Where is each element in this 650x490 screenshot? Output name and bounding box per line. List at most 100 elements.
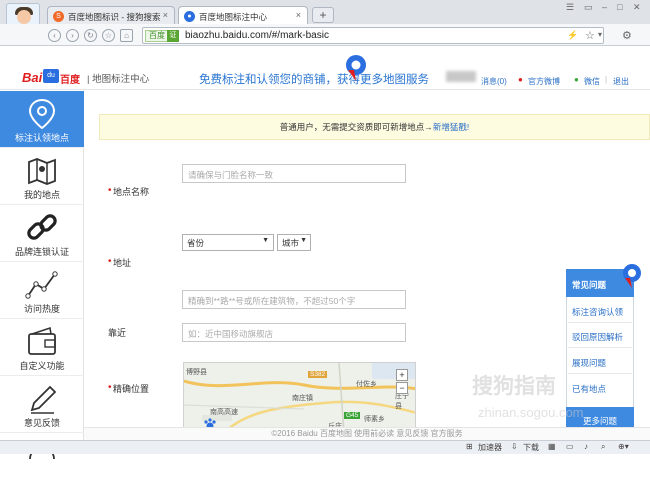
tab-title: 百度地图标识 - 搜狗搜索 (68, 12, 161, 22)
sidebar-item-feedback[interactable]: 意见反馈 (0, 376, 84, 433)
street-input[interactable]: 精确到**路**号或所在建筑物，不超过50个字 (182, 290, 406, 309)
baidu-paw-icon: du (43, 69, 59, 83)
wechat-link[interactable]: 微信 (584, 76, 600, 87)
name-label: 地点名称 (113, 187, 150, 197)
tools-icon[interactable]: ⚙ (622, 29, 632, 42)
faq-item[interactable]: 已有地点 (572, 383, 606, 395)
sidebar-item-label: 自定义功能 (19, 361, 65, 371)
watermark-url: zhinan.sogou.com (478, 405, 584, 420)
province-value: 省份 (187, 238, 205, 248)
logout-link[interactable]: 退出 (613, 76, 629, 87)
accelerator-label[interactable]: 加速器 (478, 442, 502, 453)
address-bar[interactable]: 百度 证 biaozhu.baidu.com/#/mark-basic (142, 27, 604, 44)
location-label: 精确位置 (113, 384, 150, 394)
layout-icon[interactable]: ▦ (548, 442, 556, 451)
required-star: • (108, 382, 112, 393)
map-label: 师素乡 (364, 416, 385, 423)
name-input[interactable]: 请确保与门脸名称一致 (182, 164, 406, 183)
close-tab-icon[interactable]: × (296, 10, 301, 20)
sidebar-item-mark-location[interactable]: 标注认领地点 (0, 91, 84, 148)
weibo-icon: ● (518, 75, 523, 84)
accelerator-icon[interactable]: ⊞ (466, 442, 473, 451)
map-label: 南庄镇 (292, 395, 313, 402)
map-label: 博野县 (186, 369, 207, 376)
faq-item[interactable]: 展现问题 (572, 357, 606, 369)
sidebar-item-visit-heat[interactable]: 访问热度 (0, 262, 84, 319)
sidebar-item-brand-chain[interactable]: 品牌连锁认证 (0, 205, 84, 262)
faq-item[interactable]: 标注咨询认领 (572, 306, 623, 318)
province-select[interactable]: 省份 ▼ (182, 234, 274, 251)
maximize-window-icon[interactable]: □ (617, 2, 622, 12)
sidebar-item-my-places[interactable]: 我的地点 (0, 148, 84, 205)
chain-link-icon (27, 214, 57, 240)
sogou-icon: S (53, 11, 64, 22)
minimize-window-icon[interactable]: – (602, 2, 607, 12)
chevron-down-icon: ▼ (262, 237, 269, 244)
browser-tab-active[interactable]: ● 百度地图标注中心 × (178, 6, 308, 25)
browser-tab-search[interactable]: S 百度地图标识 - 搜狗搜索 × (47, 6, 175, 25)
download-label[interactable]: 下载 (523, 442, 539, 453)
sidebar-item-label: 意见反馈 (23, 418, 60, 428)
download-icon[interactable]: ⇩ (511, 442, 518, 451)
map-pin-icon (623, 264, 641, 288)
map-zoom-in-button[interactable]: + (396, 369, 408, 381)
sidebar-item-custom[interactable]: 自定义功能 (0, 319, 84, 376)
notice-text: 普通用户，无需提交资质即可新增地点→ (279, 122, 433, 132)
map-road-label: S382 (308, 371, 328, 378)
map-pin-logo-icon (346, 55, 366, 81)
bookmark-star-icon[interactable]: ☆ (585, 29, 595, 42)
sound-icon[interactable]: ♪ (584, 442, 588, 451)
watermark: 搜狗指南 (472, 375, 556, 398)
sidebar-item-label: 品牌连锁认证 (14, 247, 69, 257)
faq-item[interactable]: 驳回原因解析 (572, 331, 623, 343)
baidu-map-pin-icon: ● (184, 11, 195, 22)
dropdown-icon[interactable]: ▾ (598, 30, 602, 39)
page-footer: ©2016 Baidu 百度地图 使用前必读 意见反馈 官方服务 (84, 427, 650, 440)
add-location-link[interactable]: 新增猛戳! (433, 122, 469, 132)
forward-icon[interactable]: › (66, 29, 79, 42)
required-star: • (108, 256, 112, 267)
city-value: 城市 (282, 238, 300, 248)
secure-badge: 证 (167, 30, 179, 42)
zoom-icon[interactable]: ⌕ (601, 442, 605, 452)
wechat-icon: ● (574, 75, 579, 84)
map-label: 庄宁县 (395, 393, 409, 410)
location-pin-icon (28, 98, 56, 130)
messages-link[interactable]: 消息(0) (481, 76, 507, 87)
site-title: | 地图标注中心 (87, 74, 150, 85)
required-star: • (108, 185, 112, 196)
map-label: 南高高速 (210, 409, 238, 416)
minimize-icon[interactable]: ▭ (584, 2, 593, 13)
username-redacted (446, 71, 476, 82)
close-window-icon[interactable]: ✕ (633, 2, 641, 13)
lightning-icon[interactable]: ⚡ (567, 30, 578, 41)
zoom-menu-icon[interactable]: ⊕▾ (618, 442, 629, 451)
sidebar: 标注认领地点 我的地点 品牌连锁认证 访问热度 自定义功能 意见反馈 (0, 91, 84, 459)
city-select[interactable]: 城市 ▼ (277, 234, 311, 251)
nearby-input[interactable]: 如：近中国移动旗舰店 (182, 323, 406, 342)
nearby-label: 靠近 (108, 328, 127, 338)
baidu-logo-text[interactable]: Bai (22, 70, 42, 85)
map-label: 付佐乡 (356, 381, 377, 388)
site-badge: 百度 (145, 30, 169, 42)
new-tab-button[interactable]: + (312, 7, 334, 23)
notice-bar: 普通用户，无需提交资质即可新增地点→新增猛戳! (99, 114, 650, 140)
location-map[interactable]: 博野县 S382 付佐乡 南庄镇 G45 师素乡 庄宁县 南高高速 丘庄 + − (183, 362, 416, 432)
chevron-down-icon: ▼ (300, 237, 307, 244)
trend-line-icon (25, 271, 58, 299)
weibo-link[interactable]: 官方微博 (528, 76, 560, 87)
address-label: 地址 (113, 258, 132, 268)
map-zoom-out-button[interactable]: − (396, 382, 408, 394)
pen-icon (30, 385, 57, 414)
back-icon[interactable]: ‹ (48, 29, 61, 42)
display-icon[interactable]: ▭ (566, 442, 574, 451)
url-text: biaozhu.baidu.com/#/mark-basic (185, 30, 329, 41)
home-icon[interactable]: ⌂ (120, 29, 133, 42)
map-road-label: G45 (344, 412, 361, 419)
close-tab-icon[interactable]: × (163, 10, 168, 20)
menu-icon[interactable]: ☰ (566, 2, 574, 13)
header-slogan: 免费标注和认领您的商铺，获得更多地图服务 (199, 74, 429, 86)
favorite-icon[interactable]: ☆ (102, 29, 115, 42)
reload-icon[interactable]: ↻ (84, 29, 97, 42)
sidebar-item-label: 我的地点 (23, 190, 60, 200)
